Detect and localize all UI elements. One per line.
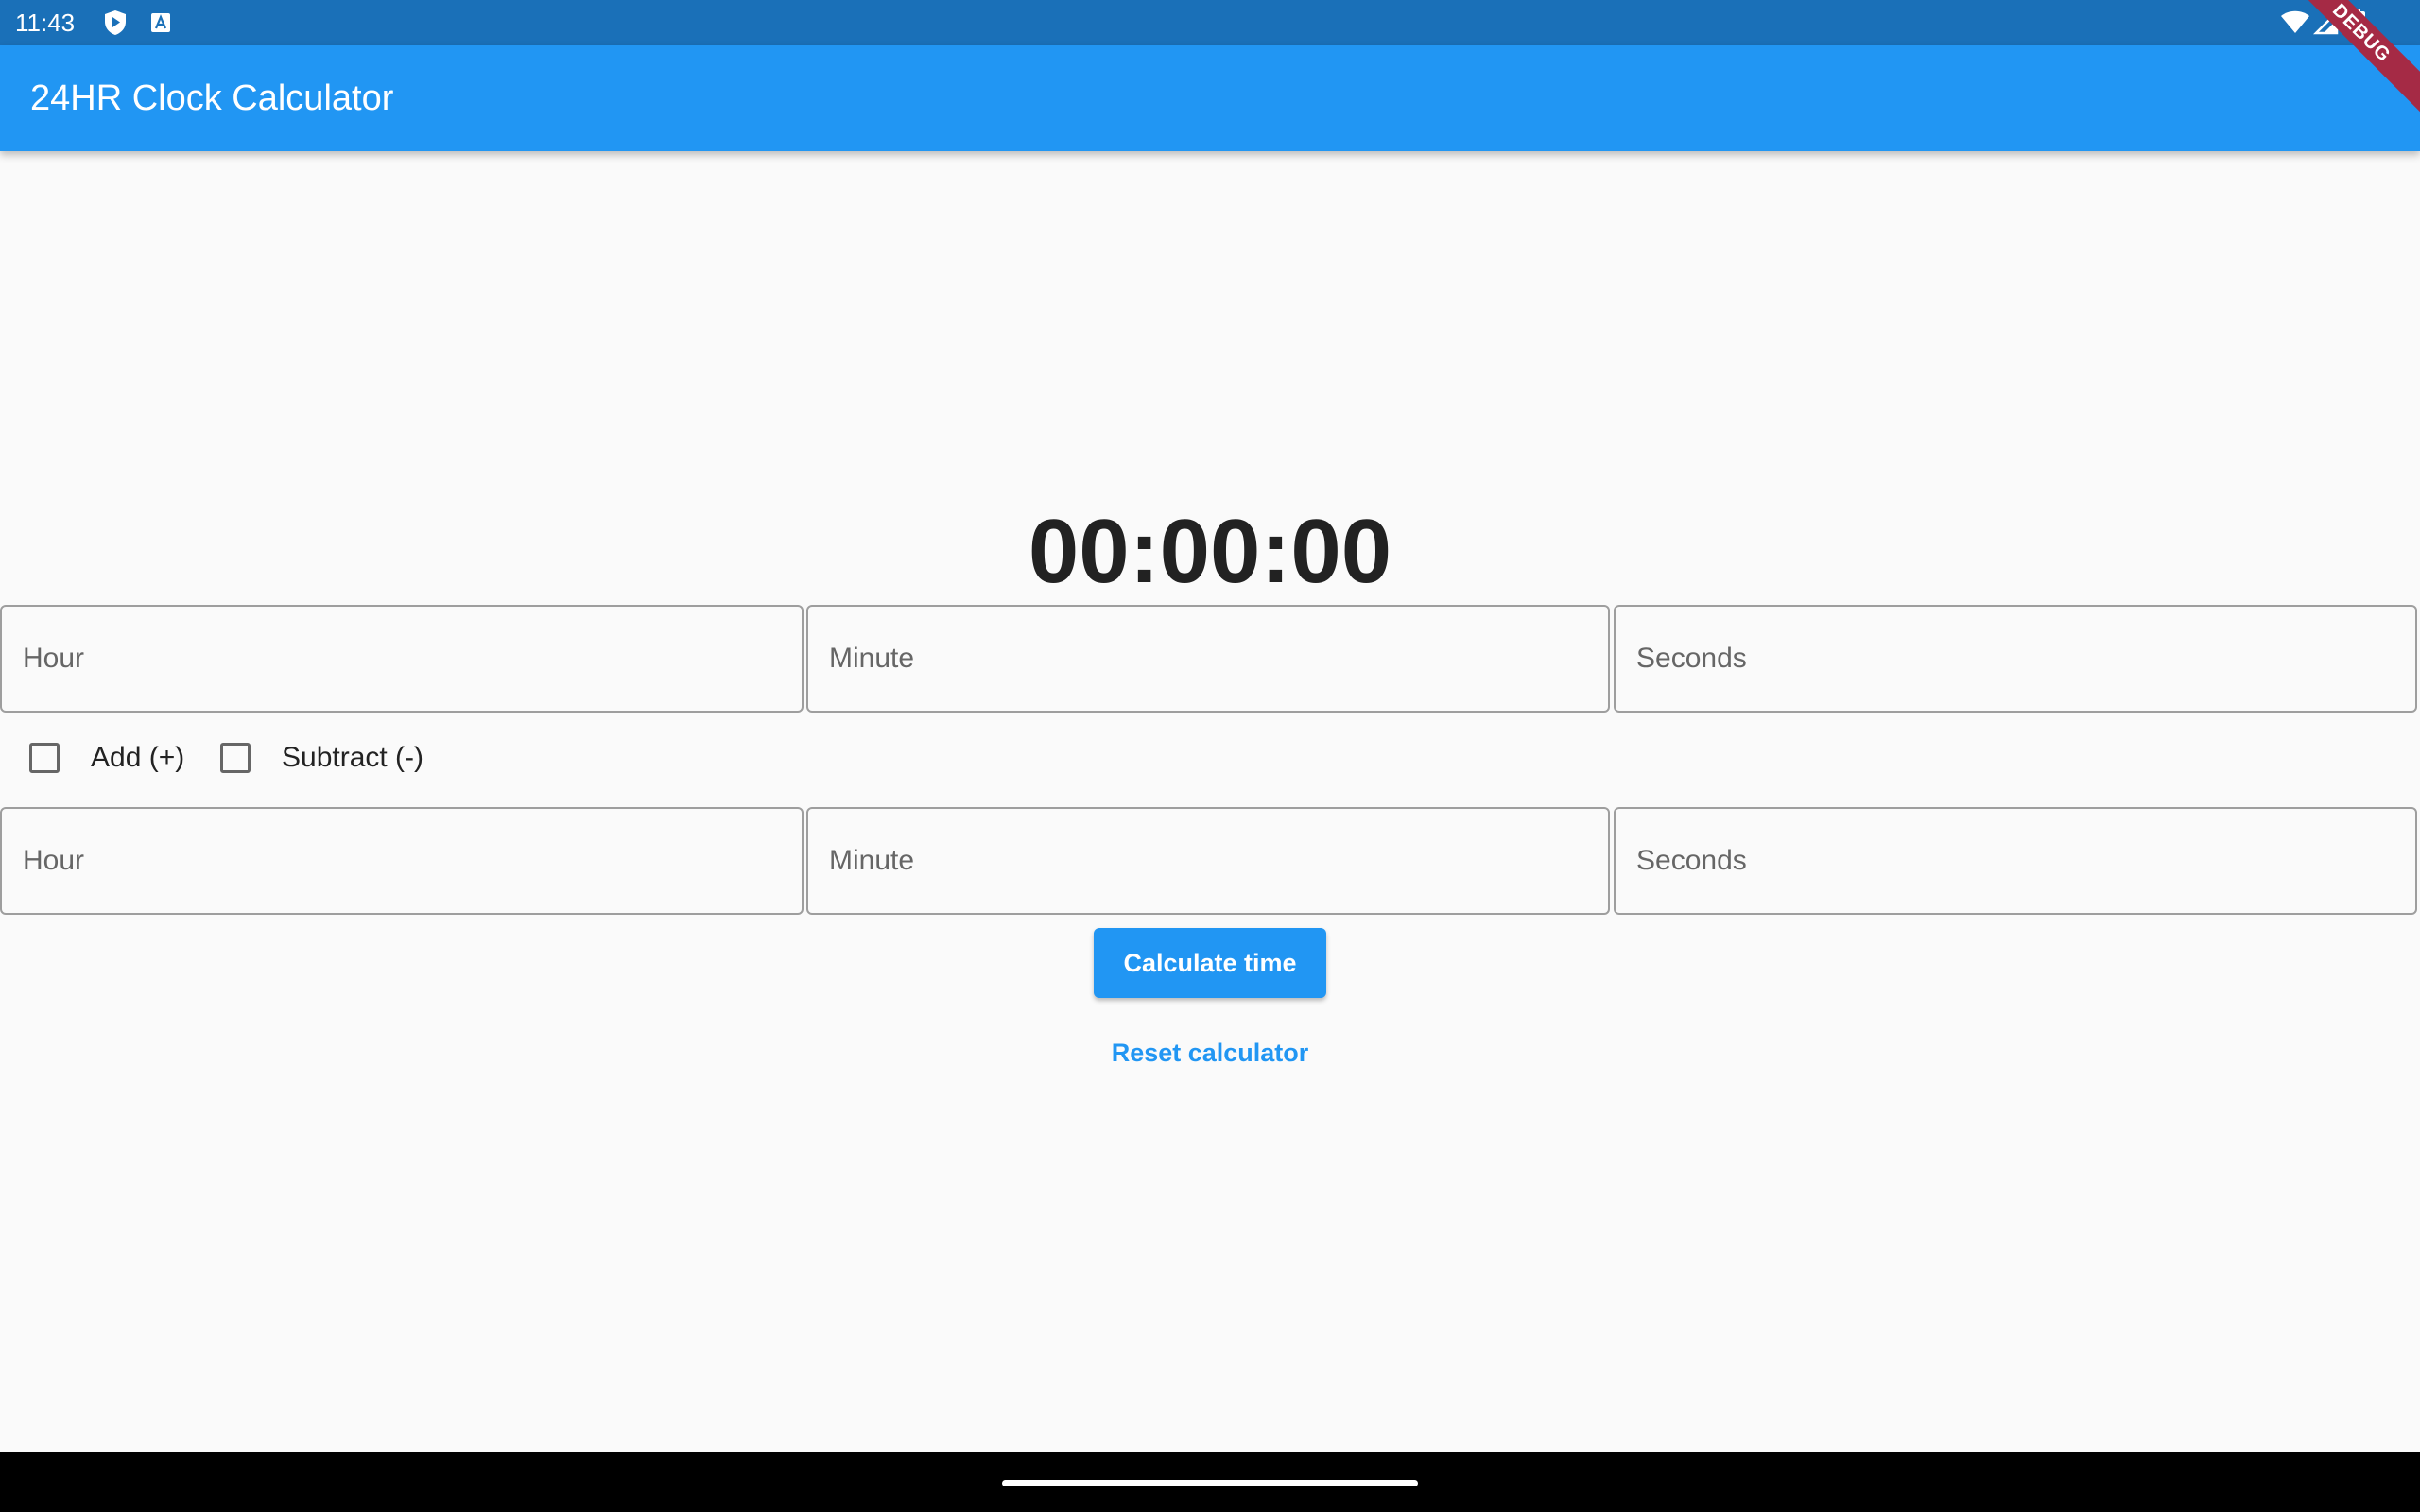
first-seconds-input[interactable] — [1614, 605, 2417, 713]
calculate-time-button[interactable]: Calculate time — [1094, 928, 1326, 998]
first-hour-input[interactable] — [0, 605, 804, 713]
second-minute-input[interactable] — [806, 807, 1610, 915]
status-time: 11:43 — [15, 9, 76, 37]
home-gesture-handle[interactable] — [1002, 1480, 1418, 1486]
app-bar: 24HR Clock Calculator — [0, 45, 2420, 151]
first-minute-input[interactable] — [806, 605, 1610, 713]
status-bar: 11:43 — [0, 0, 2420, 45]
result-time-display: 00:00:00 — [1028, 501, 1392, 602]
subtract-checkbox-label[interactable]: Subtract (-) — [282, 741, 424, 775]
second-seconds-input[interactable] — [1614, 807, 2417, 915]
navigation-bar — [0, 1452, 2420, 1512]
second-hour-input[interactable] — [0, 807, 804, 915]
add-checkbox-label[interactable]: Add (+) — [91, 741, 184, 775]
subtract-checkbox[interactable] — [220, 743, 251, 773]
wifi-icon — [2280, 8, 2310, 38]
app-title: 24HR Clock Calculator — [30, 78, 394, 118]
first-time-input-row — [0, 605, 2420, 716]
app-a-icon — [146, 8, 176, 38]
reset-calculator-button[interactable]: Reset calculator — [1021, 1032, 1399, 1074]
shield-play-icon — [100, 8, 130, 38]
add-checkbox[interactable] — [29, 743, 60, 773]
operation-selector: Add (+) Subtract (-) — [0, 728, 2420, 794]
second-time-input-row — [0, 807, 2420, 919]
